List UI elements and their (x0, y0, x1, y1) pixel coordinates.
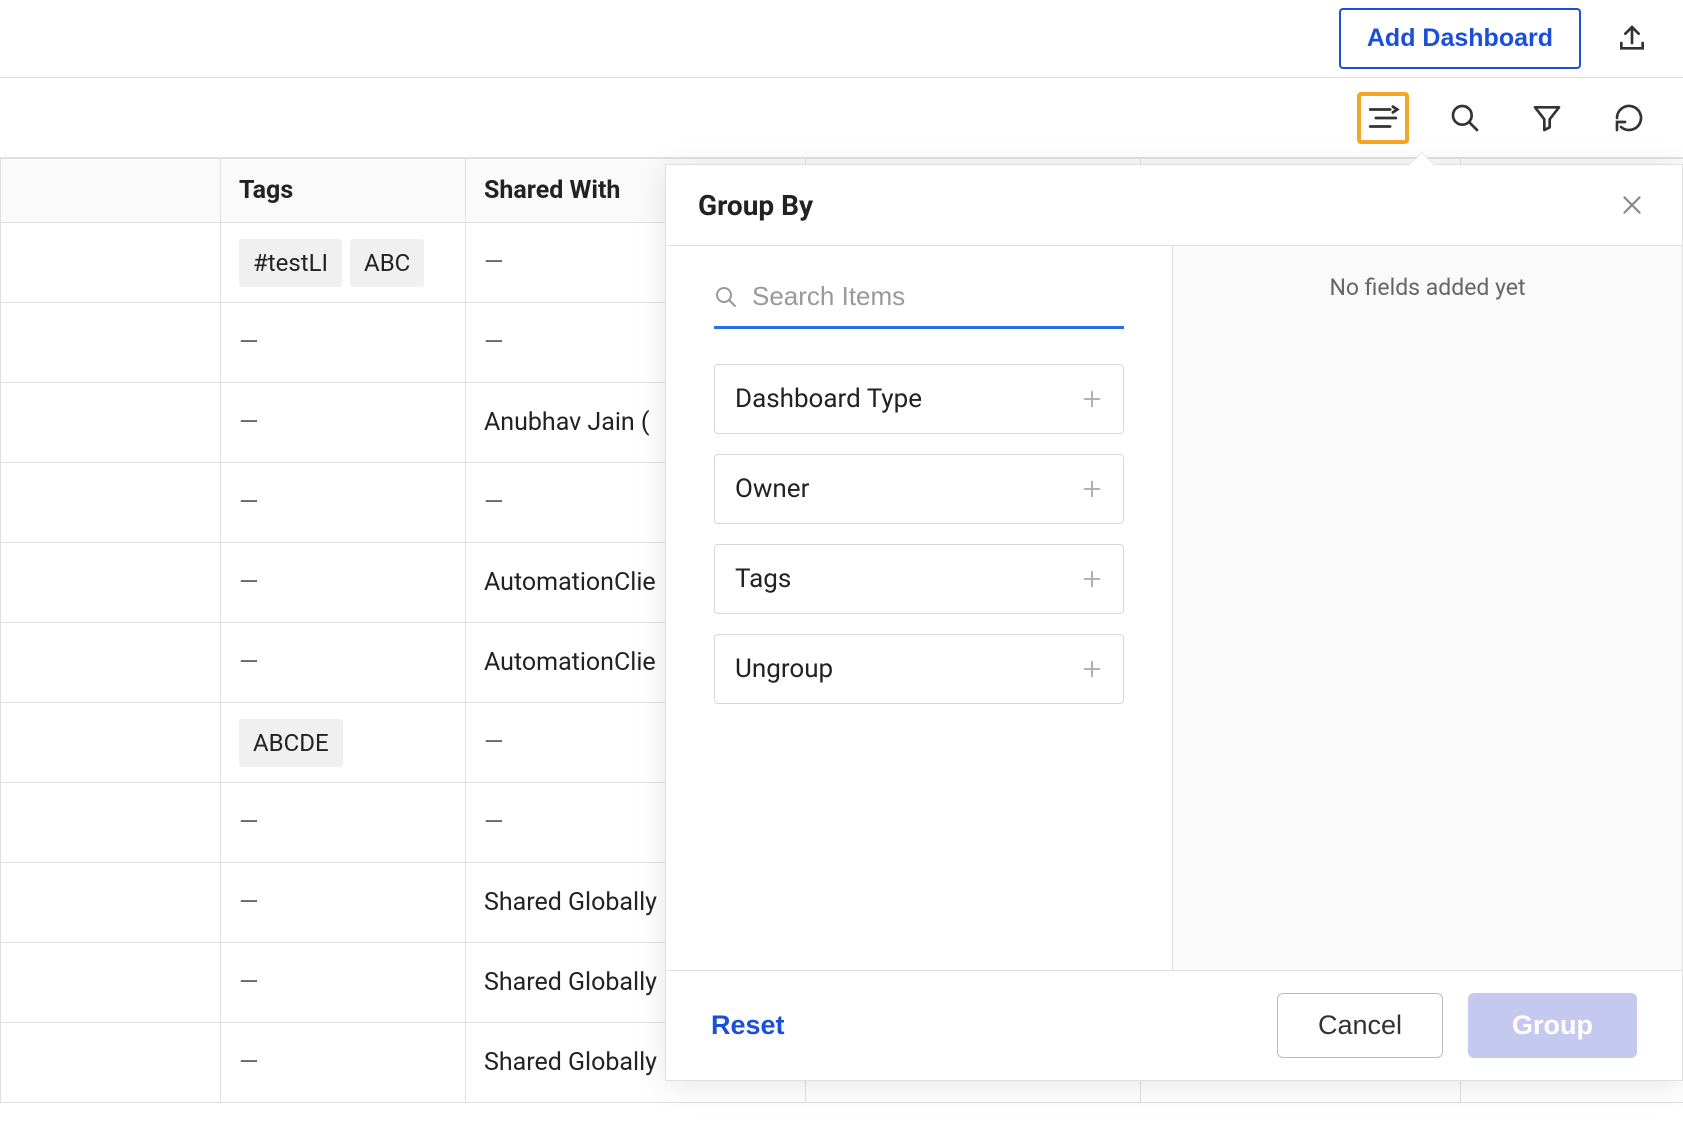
group-by-icon[interactable] (1357, 92, 1409, 144)
tag-chip[interactable]: ABCDE (239, 719, 343, 767)
group-by-popover: Group By Dashboard Type Owner Tags Ungroup … (665, 164, 1683, 1081)
cell-blank (1, 463, 221, 543)
popover-body: Dashboard Type Owner Tags Ungroup No fields… (666, 246, 1682, 970)
cell-tags: — (221, 623, 466, 703)
cell-blank (1, 703, 221, 783)
cell-tags: — (221, 383, 466, 463)
tag-chip[interactable]: ABC (350, 239, 424, 287)
group-option[interactable]: Dashboard Type (714, 364, 1124, 434)
group-button[interactable]: Group (1468, 993, 1637, 1058)
search-wrap (714, 281, 1124, 329)
cell-blank (1, 943, 221, 1023)
dash: — (239, 808, 259, 837)
cell-blank (1, 383, 221, 463)
col-blank (1, 159, 221, 223)
cell-blank (1, 1023, 221, 1103)
group-option[interactable]: Owner (714, 454, 1124, 524)
popover-selected-panel: No fields added yet (1173, 246, 1682, 970)
dash: — (239, 888, 259, 917)
cell-tags: — (221, 303, 466, 383)
plus-icon (1081, 658, 1103, 680)
tag-chip[interactable]: #testLI (239, 239, 342, 287)
dash: — (239, 1048, 259, 1077)
option-label: Ungroup (735, 654, 833, 684)
refresh-icon[interactable] (1603, 92, 1655, 144)
col-tags: Tags (221, 159, 466, 223)
cell-blank (1, 303, 221, 383)
reset-button[interactable]: Reset (711, 1010, 785, 1041)
cell-tags: — (221, 783, 466, 863)
plus-icon (1081, 568, 1103, 590)
option-label: Tags (735, 564, 791, 594)
dash: — (239, 488, 259, 517)
top-bar: Add Dashboard (0, 0, 1683, 78)
cell-tags: ABCDE (221, 703, 466, 783)
toolbar (0, 78, 1683, 158)
popover-header: Group By (666, 165, 1682, 246)
group-option[interactable]: Tags (714, 544, 1124, 614)
option-label: Dashboard Type (735, 384, 922, 414)
popover-footer: Reset Cancel Group (666, 970, 1682, 1080)
cell-blank (1, 223, 221, 303)
export-icon[interactable] (1611, 18, 1653, 60)
cell-tags: — (221, 463, 466, 543)
plus-icon (1081, 388, 1103, 410)
dash: — (239, 408, 259, 437)
search-icon[interactable] (1439, 92, 1491, 144)
cell-tags: #testLIABC (221, 223, 466, 303)
popover-title: Group By (698, 189, 813, 222)
add-dashboard-button[interactable]: Add Dashboard (1339, 8, 1581, 69)
cell-tags: — (221, 863, 466, 943)
cell-tags: — (221, 543, 466, 623)
group-option[interactable]: Ungroup (714, 634, 1124, 704)
search-input[interactable] (752, 281, 1124, 312)
cell-blank (1, 783, 221, 863)
close-icon[interactable] (1614, 187, 1650, 223)
plus-icon (1081, 478, 1103, 500)
cancel-button[interactable]: Cancel (1277, 993, 1443, 1058)
dash: — (239, 968, 259, 997)
dash: — (239, 328, 259, 357)
cell-blank (1, 543, 221, 623)
option-label: Owner (735, 474, 809, 504)
popover-options-panel: Dashboard Type Owner Tags Ungroup (666, 246, 1173, 970)
filter-icon[interactable] (1521, 92, 1573, 144)
cell-blank (1, 863, 221, 943)
search-icon (714, 285, 738, 309)
dash: — (239, 568, 259, 597)
cell-tags: — (221, 1023, 466, 1103)
cell-blank (1, 623, 221, 703)
dash: — (239, 648, 259, 677)
empty-state-text: No fields added yet (1329, 274, 1525, 301)
cell-tags: — (221, 943, 466, 1023)
